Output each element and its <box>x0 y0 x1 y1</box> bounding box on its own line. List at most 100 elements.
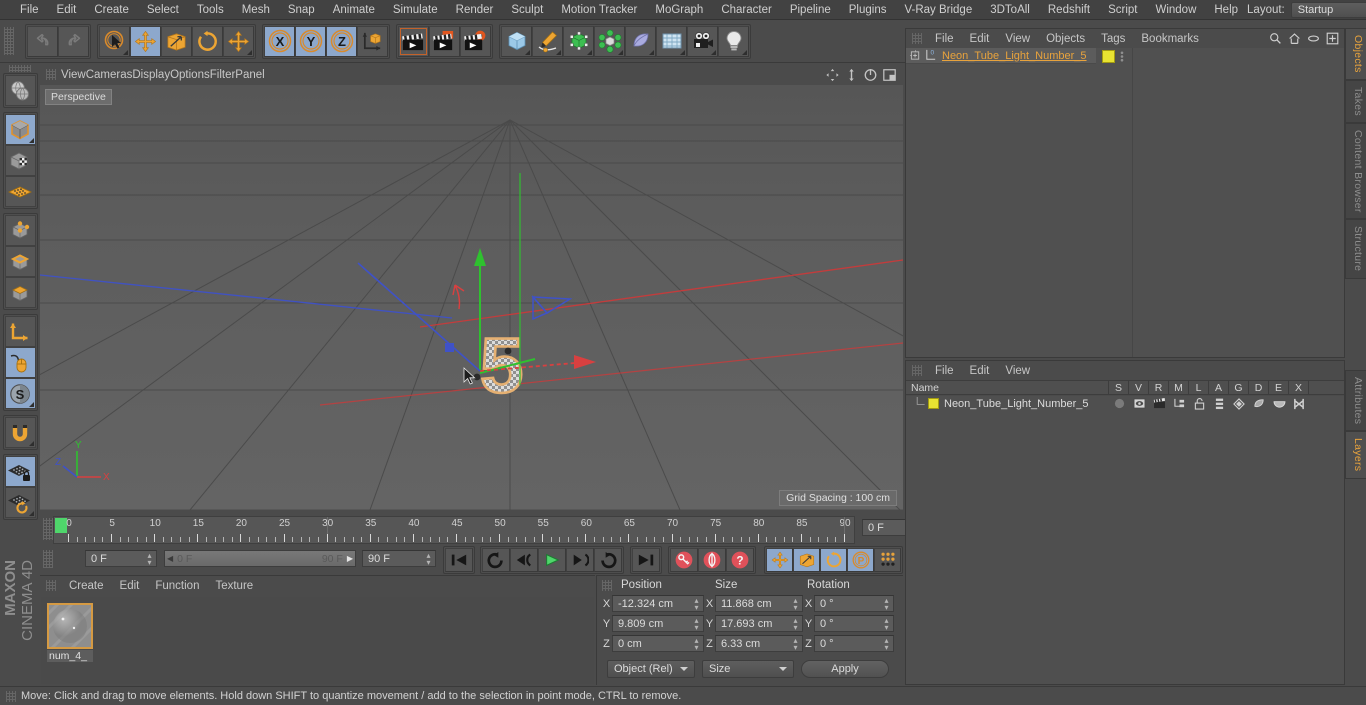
tag-handle-icon[interactable] <box>1119 50 1125 63</box>
record-active-objects-button[interactable] <box>670 548 698 572</box>
plus-box-icon[interactable] <box>1326 32 1339 45</box>
layers-column-v[interactable]: V <box>1129 381 1149 394</box>
world-object-coordinate-toggle[interactable] <box>357 25 388 57</box>
keyframe-selection-button[interactable]: ? <box>726 548 754 572</box>
point-mode-button[interactable] <box>4 215 36 246</box>
layer-color-swatch[interactable] <box>928 398 939 409</box>
spinner-icon[interactable]: ▴▾ <box>692 636 701 651</box>
menu-mograph[interactable]: MoGraph <box>646 2 712 18</box>
range-right-arrow-icon[interactable]: ▶ <box>347 554 353 563</box>
viewport-menu-display[interactable]: Display <box>132 69 170 81</box>
position-key-button[interactable] <box>766 548 793 572</box>
menu-help[interactable]: Help <box>1205 2 1247 18</box>
tab-structure[interactable]: Structure <box>1345 219 1366 279</box>
objects-menu-objects[interactable]: Objects <box>1038 32 1093 46</box>
menu-plugins[interactable]: Plugins <box>840 2 896 18</box>
add-deformer-button[interactable] <box>625 25 656 57</box>
ellipse-icon[interactable] <box>1307 32 1320 45</box>
add-camera-button[interactable] <box>687 25 718 57</box>
expand-plus-icon[interactable] <box>910 50 921 61</box>
add-scene-object-button[interactable] <box>656 25 687 57</box>
material-tag-icon[interactable] <box>1102 49 1115 63</box>
range-left-arrow-icon[interactable]: ◀ <box>167 554 173 563</box>
size-x-field[interactable]: 11.868 cm ▴ ▾ <box>715 595 803 612</box>
rotation-z-field[interactable]: 0 ° ▴ ▾ <box>814 635 894 652</box>
go-to-end-button[interactable] <box>632 548 660 572</box>
layers-menu-file[interactable]: File <box>927 364 962 378</box>
position-x-field[interactable]: -12.324 cm ▴ ▾ <box>612 595 704 612</box>
objects-menu-bookmarks[interactable]: Bookmarks <box>1133 32 1207 46</box>
z-axis-lock[interactable]: Z <box>326 25 357 57</box>
render-settings-button[interactable] <box>460 25 491 57</box>
layers-column-d[interactable]: D <box>1249 381 1269 394</box>
redo-button[interactable] <box>58 25 89 57</box>
render-to-picture-viewer-button[interactable] <box>429 25 460 57</box>
dolly-icon[interactable] <box>844 68 859 82</box>
spinner-icon[interactable]: ▴▾ <box>882 636 891 651</box>
layer-render-toggle[interactable] <box>1149 398 1169 409</box>
add-spline-button[interactable] <box>532 25 563 57</box>
magnet-tool-button[interactable] <box>4 417 36 448</box>
layer-row[interactable]: Neon_Tube_Light_Number_5 <box>906 396 1344 411</box>
menu-mesh[interactable]: Mesh <box>233 2 279 18</box>
layout-dropdown[interactable]: Startup <box>1290 1 1366 18</box>
live-selection-tool[interactable] <box>99 25 130 57</box>
size-y-field[interactable]: 17.693 cm ▴ ▾ <box>715 615 803 632</box>
layers-column-s[interactable]: S <box>1109 381 1129 394</box>
current-frame-field[interactable]: 0 F ▴ ▾ <box>85 550 157 567</box>
menu-sculpt[interactable]: Sculpt <box>502 2 552 18</box>
tab-attributes[interactable]: Attributes <box>1345 370 1366 432</box>
workplane-lock-button[interactable] <box>4 456 36 487</box>
home-icon[interactable] <box>1288 32 1301 45</box>
perspective-viewport[interactable]: 5 Perspective Grid Spacing: 100 cm Y X … <box>40 85 903 510</box>
position-z-field[interactable]: 0 cm ▴ ▾ <box>612 635 704 652</box>
rotation-y-field[interactable]: 0 ° ▴ ▾ <box>814 615 894 632</box>
menu-window[interactable]: Window <box>1146 2 1205 18</box>
viewport-menu-panel[interactable]: Panel <box>235 69 264 81</box>
add-cube-button[interactable] <box>501 25 532 57</box>
viewport-menu-filter[interactable]: Filter <box>210 69 236 81</box>
add-nurbs-button[interactable] <box>563 25 594 57</box>
move-snap-tool[interactable] <box>223 25 254 57</box>
menu-3dtoall[interactable]: 3DToAll <box>981 2 1039 18</box>
layer-visible-toggle[interactable] <box>1129 398 1149 409</box>
layers-column-l[interactable]: L <box>1189 381 1209 394</box>
add-array-button[interactable] <box>594 25 625 57</box>
size-z-field[interactable]: 6.33 cm ▴ ▾ <box>715 635 803 652</box>
apply-button[interactable]: Apply <box>801 660 889 678</box>
menu-character[interactable]: Character <box>712 2 781 18</box>
layers-column-r[interactable]: R <box>1149 381 1169 394</box>
objects-menu-tags[interactable]: Tags <box>1093 32 1133 46</box>
layer-deformer-toggle[interactable] <box>1249 398 1269 410</box>
size-mode-dropdown[interactable]: Size <box>702 660 794 678</box>
polygon-mode-button[interactable] <box>4 277 36 308</box>
point-level-animation-button[interactable] <box>874 548 901 572</box>
layer-manager-toggle[interactable] <box>1169 398 1189 409</box>
snap-settings-button[interactable]: S <box>4 378 36 409</box>
menu-v-ray-bridge[interactable]: V-Ray Bridge <box>895 2 981 18</box>
max-frame-field[interactable]: 90 F ▴ ▾ <box>362 550 436 567</box>
tab-objects[interactable]: Objects <box>1345 28 1366 80</box>
frame-range-slider[interactable]: ◀ 0 F 90 F ▶ <box>164 550 356 567</box>
play-forward-loop-button[interactable] <box>594 548 622 572</box>
rotate-tool[interactable] <box>192 25 223 57</box>
scale-tool[interactable] <box>161 25 192 57</box>
coordinate-mode-dropdown[interactable]: Object (Rel) <box>607 660 695 678</box>
x-axis-lock[interactable]: X <box>264 25 295 57</box>
workplane-rotate-button[interactable] <box>4 487 36 518</box>
menu-redshift[interactable]: Redshift <box>1039 2 1099 18</box>
position-y-field[interactable]: 9.809 cm ▴ ▾ <box>612 615 704 632</box>
layer-expression-toggle[interactable] <box>1269 399 1289 409</box>
viewport-solo-button[interactable] <box>4 347 36 378</box>
layers-column-x[interactable]: X <box>1289 381 1309 394</box>
objects-menu-file[interactable]: File <box>927 32 962 46</box>
material-menu-texture[interactable]: Texture <box>207 579 261 593</box>
spinner-icon[interactable]: ▴▾ <box>145 551 154 566</box>
rotation-key-button[interactable] <box>820 548 847 572</box>
play-button[interactable] <box>538 548 566 572</box>
scale-key-button[interactable] <box>793 548 820 572</box>
layer-name[interactable]: Neon_Tube_Light_Number_5 <box>944 398 1089 410</box>
menu-pipeline[interactable]: Pipeline <box>781 2 840 18</box>
go-to-start-button[interactable] <box>445 548 473 572</box>
layers-body[interactable]: Neon_Tube_Light_Number_5 <box>906 396 1344 684</box>
